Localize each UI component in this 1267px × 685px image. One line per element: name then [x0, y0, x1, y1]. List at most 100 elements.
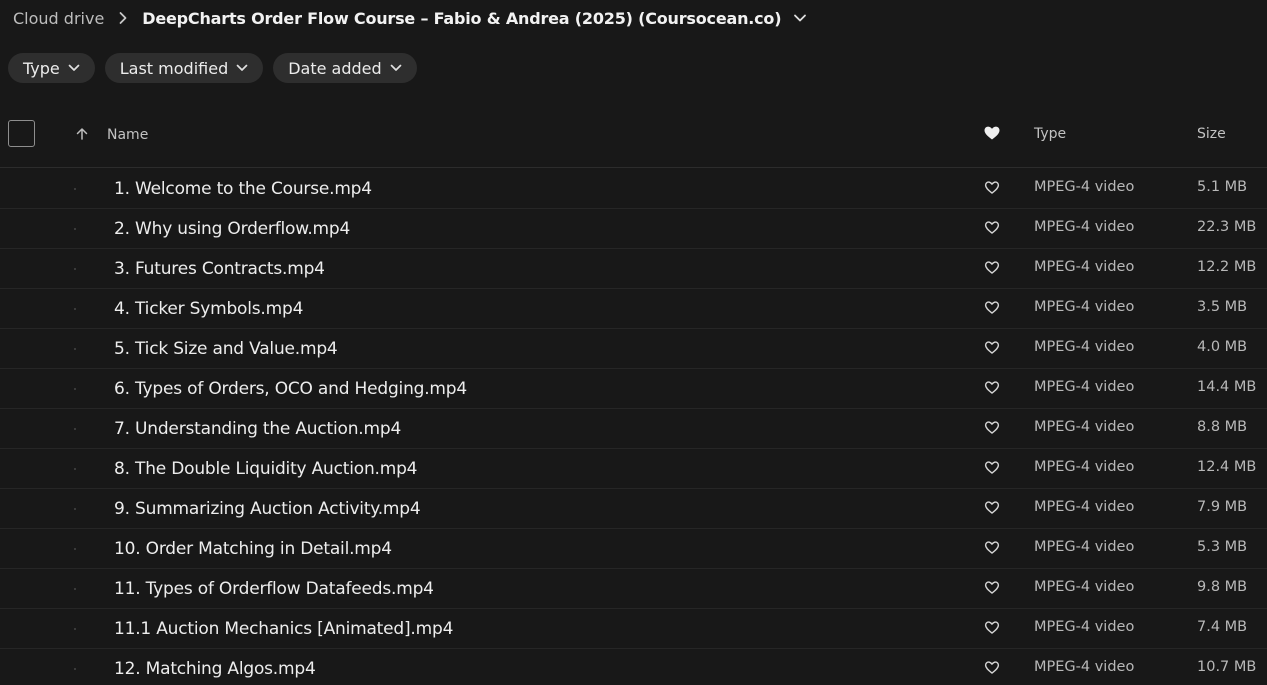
- file-size: 8.8 MB: [1197, 419, 1248, 435]
- video-file-icon: [74, 388, 76, 390]
- file-name[interactable]: 11.1 Auction Mechanics [Animated].mp4: [114, 619, 453, 639]
- filter-type[interactable]: Type: [8, 53, 95, 83]
- file-name[interactable]: 12. Matching Algos.mp4: [114, 659, 316, 679]
- file-list: 1. Welcome to the Course.mp4 MPEG-4 video…: [0, 169, 1267, 685]
- file-name[interactable]: 2. Why using Orderflow.mp4: [114, 219, 350, 239]
- file-type: MPEG-4 video: [1034, 179, 1135, 195]
- heart-outline-icon[interactable]: [984, 340, 1000, 355]
- heart-outline-icon[interactable]: [984, 500, 1000, 515]
- table-row[interactable]: 1. Welcome to the Course.mp4 MPEG-4 video…: [0, 169, 1267, 209]
- chevron-down-icon: [236, 64, 248, 72]
- file-type: MPEG-4 video: [1034, 299, 1135, 315]
- breadcrumb-current-folder[interactable]: DeepCharts Order Flow Course – Fabio & A…: [142, 9, 781, 28]
- file-name[interactable]: 1. Welcome to the Course.mp4: [114, 179, 372, 199]
- table-row[interactable]: 10. Order Matching in Detail.mp4 MPEG-4 v…: [0, 529, 1267, 569]
- file-size: 22.3 MB: [1197, 219, 1257, 235]
- file-name[interactable]: 11. Types of Orderflow Datafeeds.mp4: [114, 579, 434, 599]
- file-type: MPEG-4 video: [1034, 539, 1135, 555]
- file-type: MPEG-4 video: [1034, 579, 1135, 595]
- video-file-icon: [74, 628, 76, 630]
- filter-type-label: Type: [23, 58, 60, 78]
- table-row[interactable]: 9. Summarizing Auction Activity.mp4 MPEG-…: [0, 489, 1267, 529]
- table-row[interactable]: 4. Ticker Symbols.mp4 MPEG-4 video 3.5 MB: [0, 289, 1267, 329]
- table-row[interactable]: 12. Matching Algos.mp4 MPEG-4 video 10.7 M…: [0, 649, 1267, 685]
- video-file-icon: [74, 588, 76, 590]
- column-header-size[interactable]: Size: [1197, 126, 1226, 142]
- filter-date-added-label: Date added: [288, 58, 382, 78]
- file-type: MPEG-4 video: [1034, 259, 1135, 275]
- arrow-up-icon[interactable]: [74, 126, 90, 142]
- video-file-icon: [74, 548, 76, 550]
- heart-outline-icon[interactable]: [984, 180, 1000, 195]
- chevron-down-icon: [390, 64, 402, 72]
- video-file-icon: [74, 468, 76, 470]
- table-row[interactable]: 3. Futures Contracts.mp4 MPEG-4 video 12.2…: [0, 249, 1267, 289]
- video-file-icon: [74, 668, 76, 670]
- select-all-checkbox[interactable]: [8, 120, 35, 147]
- file-type: MPEG-4 video: [1034, 339, 1135, 355]
- column-header-name[interactable]: Name: [107, 127, 148, 143]
- column-header-type[interactable]: Type: [1034, 126, 1066, 142]
- video-file-icon: [74, 348, 76, 350]
- file-name[interactable]: 6. Types of Orders, OCO and Hedging.mp4: [114, 379, 467, 399]
- video-file-icon: [74, 268, 76, 270]
- file-size: 5.3 MB: [1197, 539, 1248, 555]
- file-type: MPEG-4 video: [1034, 659, 1135, 675]
- heart-outline-icon[interactable]: [984, 220, 1000, 235]
- file-size: 7.4 MB: [1197, 619, 1248, 635]
- file-size: 4.0 MB: [1197, 339, 1248, 355]
- heart-outline-icon[interactable]: [984, 620, 1000, 635]
- file-type: MPEG-4 video: [1034, 619, 1135, 635]
- filter-last-modified[interactable]: Last modified: [104, 53, 264, 83]
- table-row[interactable]: 7. Understanding the Auction.mp4 MPEG-4 v…: [0, 409, 1267, 449]
- file-type: MPEG-4 video: [1034, 379, 1135, 395]
- filter-bar: Type Last modified Date added: [8, 53, 417, 83]
- file-name[interactable]: 9. Summarizing Auction Activity.mp4: [114, 499, 421, 519]
- table-row[interactable]: 8. The Double Liquidity Auction.mp4 MPEG-…: [0, 449, 1267, 489]
- breadcrumb-cloud-drive[interactable]: Cloud drive: [13, 9, 104, 28]
- file-size: 3.5 MB: [1197, 299, 1248, 315]
- file-size: 10.7 MB: [1197, 659, 1257, 675]
- table-row[interactable]: 11. Types of Orderflow Datafeeds.mp4 MPEG…: [0, 569, 1267, 609]
- filter-date-added[interactable]: Date added: [273, 53, 417, 83]
- file-type: MPEG-4 video: [1034, 219, 1135, 235]
- heart-outline-icon[interactable]: [984, 660, 1000, 675]
- heart-outline-icon[interactable]: [984, 580, 1000, 595]
- file-type: MPEG-4 video: [1034, 459, 1135, 475]
- video-file-icon: [74, 188, 76, 190]
- heart-outline-icon[interactable]: [984, 420, 1000, 435]
- heart-outline-icon[interactable]: [984, 300, 1000, 315]
- table-header: Name Type Size: [0, 118, 1267, 168]
- file-size: 5.1 MB: [1197, 179, 1248, 195]
- file-name[interactable]: 7. Understanding the Auction.mp4: [114, 419, 401, 439]
- video-file-icon: [74, 508, 76, 510]
- filter-last-modified-label: Last modified: [119, 58, 229, 78]
- file-size: 12.2 MB: [1197, 259, 1257, 275]
- table-row[interactable]: 2. Why using Orderflow.mp4 MPEG-4 video 22…: [0, 209, 1267, 249]
- table-row[interactable]: 6. Types of Orders, OCO and Hedging.mp4 M…: [0, 369, 1267, 409]
- chevron-right-icon: [118, 11, 128, 25]
- chevron-down-icon[interactable]: [793, 13, 807, 23]
- heart-outline-icon[interactable]: [984, 540, 1000, 555]
- file-name[interactable]: 5. Tick Size and Value.mp4: [114, 339, 338, 359]
- table-row[interactable]: 5. Tick Size and Value.mp4 MPEG-4 video 4.…: [0, 329, 1267, 369]
- heart-filled-icon[interactable]: [983, 125, 1001, 141]
- video-file-icon: [74, 428, 76, 430]
- file-size: 9.8 MB: [1197, 579, 1248, 595]
- heart-outline-icon[interactable]: [984, 460, 1000, 475]
- file-type: MPEG-4 video: [1034, 419, 1135, 435]
- file-name[interactable]: 4. Ticker Symbols.mp4: [114, 299, 303, 319]
- file-size: 7.9 MB: [1197, 499, 1248, 515]
- file-name[interactable]: 8. The Double Liquidity Auction.mp4: [114, 459, 418, 479]
- file-size: 14.4 MB: [1197, 379, 1257, 395]
- breadcrumb: Cloud drive DeepCharts Order Flow Course…: [13, 0, 807, 36]
- file-name[interactable]: 3. Futures Contracts.mp4: [114, 259, 325, 279]
- file-size: 12.4 MB: [1197, 459, 1257, 475]
- table-row[interactable]: 11.1 Auction Mechanics [Animated].mp4 MPE…: [0, 609, 1267, 649]
- file-name[interactable]: 10. Order Matching in Detail.mp4: [114, 539, 392, 559]
- heart-outline-icon[interactable]: [984, 380, 1000, 395]
- file-type: MPEG-4 video: [1034, 499, 1135, 515]
- heart-outline-icon[interactable]: [984, 260, 1000, 275]
- video-file-icon: [74, 228, 76, 230]
- chevron-down-icon: [68, 64, 80, 72]
